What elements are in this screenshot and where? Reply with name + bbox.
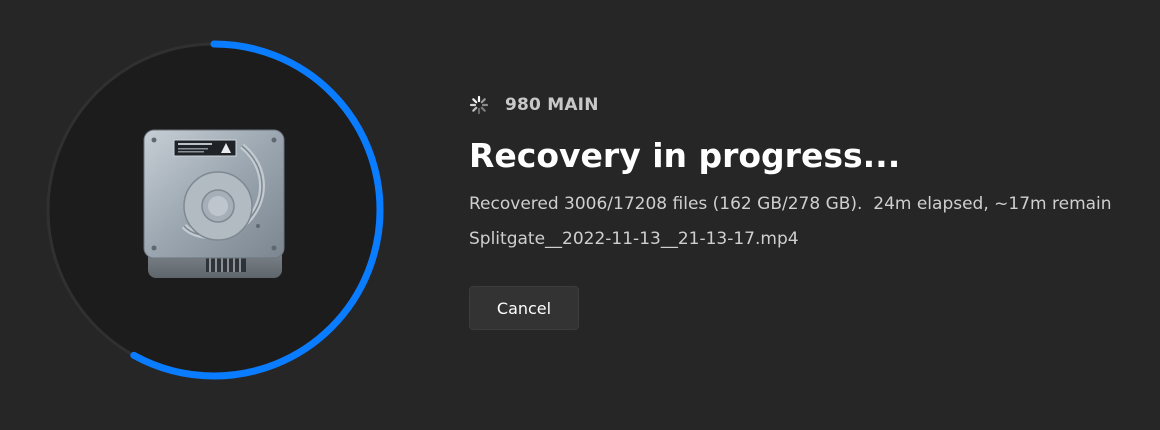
- hard-drive-icon: [143, 129, 285, 278]
- cancel-button[interactable]: Cancel: [469, 286, 579, 330]
- spinner-icon: [469, 95, 489, 115]
- current-file-name: Splitgate__2022-11-13__21-13-17.mp4: [469, 229, 799, 249]
- recovery-screen: 980 MAIN Recovery in progress... Recover…: [0, 0, 1160, 430]
- device-row: 980 MAIN: [469, 90, 1149, 120]
- recovery-status-text: Recovered 3006/17208 files (162 GB/278 G…: [469, 194, 1112, 214]
- recovery-info: 980 MAIN Recovery in progress... Recover…: [469, 90, 1149, 251]
- page-title: Recovery in progress...: [469, 136, 901, 175]
- device-name: 980 MAIN: [505, 95, 599, 115]
